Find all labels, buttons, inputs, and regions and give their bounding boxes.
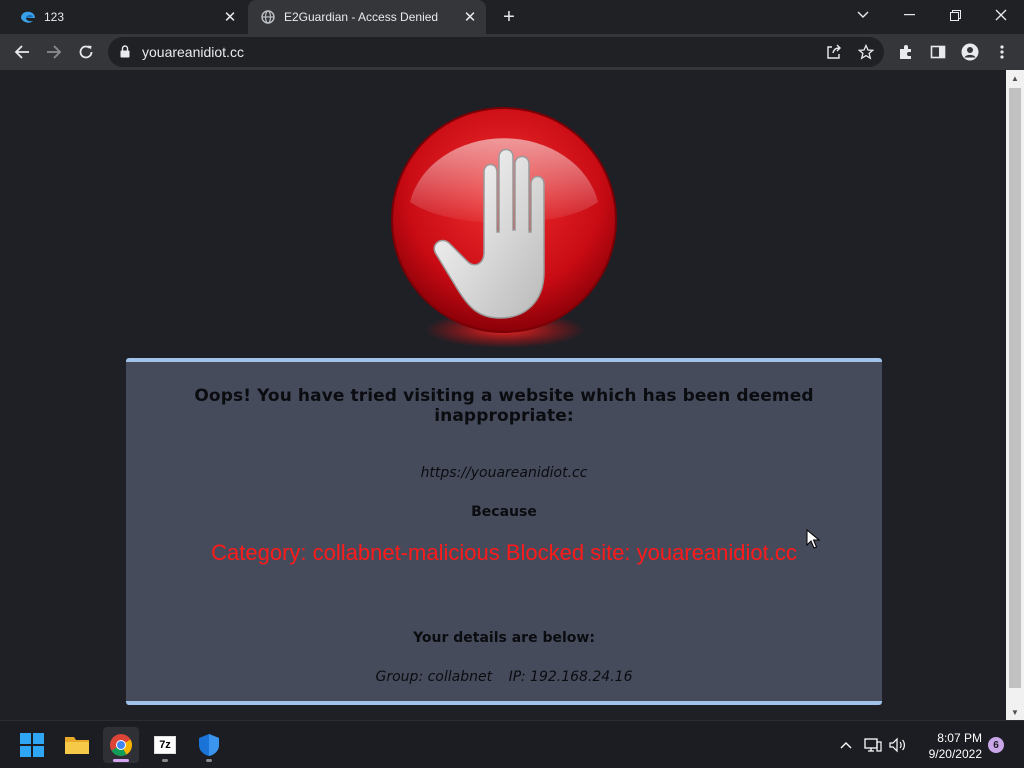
globe-icon <box>260 9 276 25</box>
address-bar[interactable]: youareanidiot.cc <box>108 37 884 67</box>
file-explorer-button[interactable] <box>59 727 95 763</box>
scroll-down-arrow-icon[interactable]: ▼ <box>1006 704 1024 720</box>
chevron-up-icon[interactable] <box>836 735 856 755</box>
blocked-url: https://youareanidiot.cc <box>420 465 588 481</box>
system-clock[interactable]: 8:07 PM 9/20/2022 <box>916 730 982 762</box>
group-value: Group: collabnet <box>375 669 493 685</box>
mouse-cursor-icon <box>806 529 820 549</box>
running-app-indicator <box>162 759 168 762</box>
active-app-indicator <box>113 759 129 762</box>
puzzle-icon <box>900 45 911 59</box>
new-tab-button[interactable]: + <box>497 5 521 29</box>
close-icon <box>995 9 1007 21</box>
chevron-down-icon <box>857 11 869 18</box>
start-button[interactable] <box>14 727 50 763</box>
notification-badge[interactable]: 6 <box>988 737 1004 753</box>
tab-access-denied[interactable]: E2Guardian - Access Denied ✕ <box>248 0 486 34</box>
share-icon[interactable] <box>824 42 844 62</box>
tab-label: E2Guardian - Access Denied <box>284 10 439 24</box>
ip-value: IP: 192.168.24.16 <box>508 669 633 685</box>
profile-icon <box>961 43 979 61</box>
extensions-button[interactable] <box>892 38 920 66</box>
profile-button[interactable] <box>956 38 984 66</box>
chrome-icon <box>110 734 132 756</box>
reload-icon <box>79 45 93 59</box>
minimize-button[interactable] <box>886 0 932 30</box>
volume-icon[interactable] <box>888 735 908 755</box>
user-details: Group: collabnet IP: 192.168.24.16 <box>126 669 882 685</box>
browser-toolbar: youareanidiot.cc <box>0 34 1024 70</box>
windows-logo-icon <box>20 733 44 757</box>
minimize-icon <box>903 14 915 16</box>
bookmark-star-icon[interactable] <box>856 42 876 62</box>
taskbar: 7z 8:07 PM 9/20/2022 6 <box>0 720 1024 768</box>
clock-time: 8:07 PM <box>937 731 982 745</box>
restore-button[interactable] <box>932 0 978 30</box>
access-denied-panel: Oops! You have tried visiting a website … <box>126 358 882 705</box>
scroll-up-arrow-icon[interactable]: ▲ <box>1006 70 1024 86</box>
close-window-button[interactable] <box>978 0 1024 30</box>
arrow-right-icon <box>47 45 62 59</box>
tab-label: 123 <box>44 10 65 24</box>
7zip-icon: 7z <box>154 736 176 754</box>
scroll-thumb[interactable] <box>1009 88 1021 688</box>
chrome-taskbar-button[interactable] <box>103 727 139 763</box>
7zip-taskbar-button[interactable]: 7z <box>147 727 183 763</box>
restore-icon <box>949 9 961 21</box>
shield-icon <box>199 734 219 756</box>
side-panel-button[interactable] <box>924 38 952 66</box>
network-icon[interactable] <box>863 735 883 755</box>
reload-button[interactable] <box>72 38 100 66</box>
menu-button[interactable] <box>988 38 1016 66</box>
more-vert-icon <box>1000 45 1004 59</box>
windows-security-button[interactable] <box>191 727 227 763</box>
details-heading: Your details are below: <box>413 630 595 646</box>
page-viewport: Oops! You have tried visiting a website … <box>0 70 1006 720</box>
arrow-left-icon <box>14 45 29 59</box>
stop-hand-icon <box>391 107 617 348</box>
vertical-scrollbar[interactable]: ▲ ▼ <box>1006 70 1024 720</box>
lock-icon[interactable] <box>120 45 130 58</box>
close-icon[interactable]: ✕ <box>220 7 240 27</box>
side-panel-icon <box>930 45 946 59</box>
7zip-label: 7z <box>159 739 171 751</box>
clock-date: 9/20/2022 <box>928 747 982 761</box>
forward-button[interactable] <box>40 38 68 66</box>
title-bar: 123 ✕ E2Guardian - Access Denied ✕ + <box>0 0 1024 34</box>
back-button[interactable] <box>8 38 36 66</box>
because-label: Because <box>471 504 537 520</box>
tab-search-button[interactable] <box>840 0 886 30</box>
block-reason: Category: collabnet-malicious Blocked si… <box>211 540 797 565</box>
running-app-indicator <box>206 759 212 762</box>
tab-123[interactable]: 123 ✕ <box>0 0 246 34</box>
url-text[interactable]: youareanidiot.cc <box>142 44 244 60</box>
intro-message: Oops! You have tried visiting a website … <box>194 386 814 426</box>
close-icon[interactable]: ✕ <box>460 7 480 27</box>
folder-icon <box>65 737 89 754</box>
edge-logo-icon <box>20 9 36 25</box>
